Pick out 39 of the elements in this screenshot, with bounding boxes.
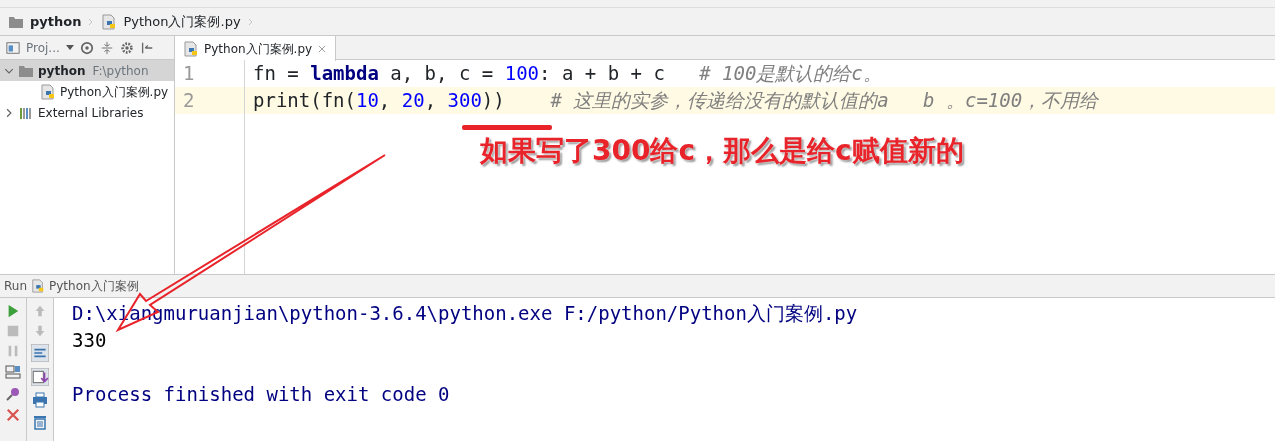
tab-label: Python入门案例.py (204, 40, 313, 58)
settings-icon[interactable] (119, 40, 134, 55)
console-line: 330 (72, 328, 108, 353)
tree-label: External Libraries (38, 104, 144, 122)
hide-icon[interactable] (139, 40, 154, 55)
run-label: Run (4, 278, 27, 295)
collapse-icon[interactable] (99, 40, 114, 55)
path-hint: F:\python (92, 62, 149, 80)
tree-item[interactable]: External Libraries (0, 102, 174, 123)
line-number: 1 (182, 61, 196, 86)
breadcrumb-item[interactable]: python (30, 11, 82, 32)
close-icon[interactable] (317, 43, 328, 54)
pin-icon[interactable] (5, 386, 21, 402)
panel-title[interactable]: Proj... (26, 38, 60, 57)
console-line: Process finished with exit code 0 (72, 382, 451, 407)
python-file-icon (40, 83, 56, 100)
run-config-tab[interactable]: Python入门案例 (49, 277, 139, 295)
python-file-icon (31, 279, 45, 293)
tree-item[interactable]: python F:\python (0, 60, 174, 81)
breadcrumb-item[interactable]: Python入门案例.py (123, 11, 241, 32)
close-icon[interactable] (6, 408, 20, 422)
annotation-text: 如果写了300给c，那么是给c赋值新的 (480, 133, 964, 169)
editor-tab[interactable]: Python入门案例.py (175, 36, 337, 61)
python-file-icon (101, 13, 118, 30)
tree-label: python (38, 62, 86, 80)
scroll-end-icon[interactable] (31, 368, 49, 386)
target-icon[interactable] (79, 40, 94, 55)
tree-item[interactable]: Python入门案例.py (0, 81, 174, 102)
soft-wrap-icon[interactable] (31, 344, 49, 362)
run-icon[interactable] (6, 304, 20, 318)
line-number: 2 (175, 87, 244, 114)
code-line: fn = lambda a, b, c = 100: a + b + c # 100是默认的给c。 (252, 61, 883, 86)
python-file-icon (183, 40, 199, 57)
layout-icon[interactable] (5, 364, 21, 380)
tree-label: Python入门案例.py (60, 83, 169, 101)
trash-icon[interactable] (32, 414, 48, 430)
print-icon[interactable] (32, 392, 48, 408)
panel-icon (6, 40, 20, 55)
caret-icon (65, 45, 74, 50)
